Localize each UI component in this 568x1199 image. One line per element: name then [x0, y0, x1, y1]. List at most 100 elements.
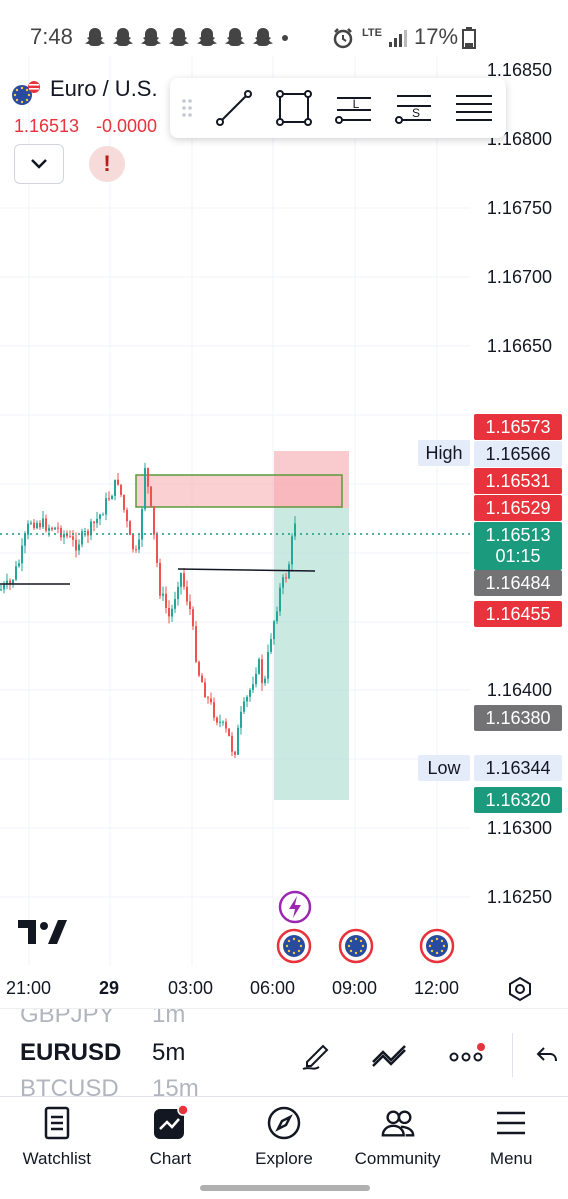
nav-menu[interactable]: Menu [454, 1097, 568, 1180]
candle-body [282, 577, 284, 588]
eu-us-flag-icon [12, 81, 40, 105]
active-symbol[interactable]: EURUSD 5m [20, 1039, 185, 1067]
candle-body [102, 514, 104, 516]
compass-icon [266, 1105, 302, 1141]
bottom-navigation: Watchlist Chart Explore Community Menu [0, 1096, 568, 1180]
symbol-option-name: BTCUSD [20, 1075, 119, 1096]
snapchat-icon [85, 28, 105, 46]
battery-icon [462, 27, 476, 49]
candle-body [72, 536, 74, 540]
candle-body [171, 608, 173, 617]
price-tag: 1.16455 [474, 601, 562, 627]
candle-body [267, 651, 269, 679]
candle-body [123, 494, 125, 510]
price-axis-label: 1.16400 [486, 680, 552, 700]
drawing-tools-button[interactable] [294, 1035, 338, 1075]
symbol-option[interactable]: GBPJPY 1m [20, 1008, 185, 1029]
candle-body [255, 673, 257, 685]
horizontal-lines-tool-button[interactable] [444, 78, 504, 138]
candle-body [165, 593, 167, 608]
drag-handle-icon[interactable] [170, 78, 204, 138]
indicators-button[interactable] [368, 1035, 412, 1075]
price-tag: 1.16484 [474, 570, 562, 596]
battery-percent: 17% [414, 24, 459, 49]
candle-body [231, 735, 233, 752]
undo-button[interactable] [530, 1035, 564, 1075]
candle-body [42, 518, 44, 528]
short-position-icon: S [395, 95, 431, 124]
candle-body [132, 534, 134, 550]
candle-body [3, 584, 5, 590]
trend-line-tool-button[interactable] [204, 78, 264, 138]
price-tag: 1.16573 [474, 414, 562, 440]
more-button[interactable] [444, 1035, 488, 1075]
candle-body [201, 675, 203, 683]
active-timeframe[interactable]: 5m [152, 1039, 185, 1067]
status-time: 7:48 [30, 24, 73, 49]
indicators-icon [372, 1045, 406, 1067]
candle-body [207, 697, 209, 699]
symbol-price: 1.16513 [14, 116, 80, 136]
price-tag: 1.16529 [474, 495, 562, 521]
nav-community[interactable]: Community [341, 1097, 455, 1180]
symbol-change: -0.0000 [96, 116, 158, 136]
eu-economic-event-icon[interactable] [276, 928, 312, 964]
candle-body [63, 533, 65, 538]
nav-label: Explore [255, 1149, 313, 1168]
candle-body [48, 527, 50, 531]
candle-body [69, 536, 71, 538]
rectangle-tool-button[interactable] [264, 78, 324, 138]
symbol-option-name: GBPJPY [20, 1008, 115, 1028]
symbol-selector[interactable]: GBPJPY 1m EURUSD 5m BTCUSD 15m [0, 1008, 568, 1096]
drawing-toolbar: L S [170, 78, 506, 138]
candle-body [108, 498, 110, 500]
warning-button[interactable]: ! [89, 146, 125, 182]
time-axis-label: 29 [99, 978, 120, 998]
candle-body [159, 562, 161, 596]
candle-body [57, 527, 59, 529]
candle-body [30, 522, 32, 524]
short-position-tool-button[interactable]: S [384, 78, 444, 138]
time-axis-label: 03:00 [168, 978, 214, 998]
time-axis-label: 12:00 [414, 978, 460, 998]
candle-body [240, 711, 242, 728]
eu-economic-event-icon[interactable] [419, 928, 455, 964]
price-axis-label: 1.16650 [486, 336, 552, 356]
price-tag: 1.16380 [474, 705, 562, 731]
candle-body [261, 659, 263, 684]
candle-body [174, 599, 176, 609]
eu-economic-event-icon[interactable] [338, 928, 374, 964]
candle-body [228, 728, 230, 736]
long-position-tool-button[interactable]: L [324, 78, 384, 138]
undo-icon [536, 1047, 557, 1062]
candle-body [135, 549, 137, 551]
candle-body [141, 509, 143, 540]
home-indicator[interactable] [200, 1185, 370, 1191]
snapchat-icon [225, 28, 245, 46]
low-price-tag: 1.16344 [474, 755, 562, 781]
price-tag: 1.16320 [474, 787, 562, 813]
symbol-option[interactable]: BTCUSD 15m [20, 1075, 199, 1096]
candle-body [222, 721, 224, 723]
take-profit-zone [274, 508, 349, 800]
candle-body [285, 577, 287, 579]
candle-body [129, 521, 131, 535]
nav-explore[interactable]: Explore [227, 1097, 341, 1180]
symbol-name[interactable]: Euro / U.S. [50, 76, 158, 102]
chevron-down-icon [31, 159, 47, 169]
snapchat-icon [253, 28, 273, 46]
candle-body [81, 531, 83, 545]
candle-body [144, 468, 146, 510]
candle-body [195, 626, 197, 662]
candle-body [243, 701, 245, 712]
alarm-icon [333, 28, 353, 49]
collapse-legend-button[interactable] [14, 144, 64, 184]
chart-settings-icon[interactable] [506, 975, 534, 1003]
candle-body [192, 609, 194, 627]
candle-body [96, 518, 98, 524]
lightning-event-icon[interactable] [278, 890, 312, 924]
nav-watchlist[interactable]: Watchlist [0, 1097, 114, 1180]
candle-body [153, 506, 155, 535]
nav-chart[interactable]: Chart [114, 1097, 228, 1180]
candle-body [0, 589, 2, 591]
